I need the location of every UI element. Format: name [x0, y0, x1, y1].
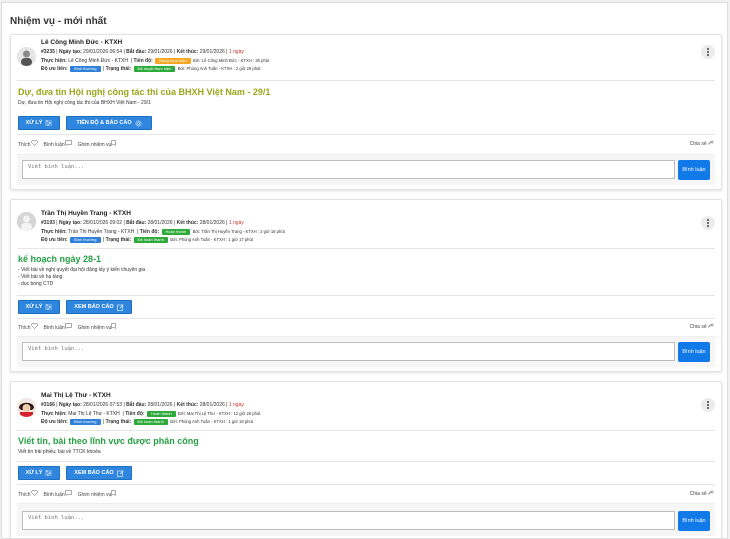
- heart-icon: [30, 140, 38, 146]
- comment-input[interactable]: Viết bình luận...: [22, 160, 675, 179]
- task-description: Viết tin trải phiếu; bài về TTCK khoẻa: [18, 449, 101, 455]
- avatar: [17, 212, 36, 231]
- comment-submit-button[interactable]: Bình luận: [678, 160, 710, 180]
- edit-icon: [116, 469, 124, 477]
- comment-toggle[interactable]: Bình luận: [44, 140, 72, 148]
- author-name: Mai Thị Lệ Thư - KTXH: [41, 392, 111, 399]
- comment-icon: [64, 490, 72, 496]
- like-button[interactable]: Thích: [18, 140, 38, 148]
- handle-button[interactable]: XỬ LÝ: [18, 116, 60, 130]
- panel-title: Nhiệm vụ - mới nhất: [10, 16, 107, 27]
- pin-task-button[interactable]: Ghim nhiệm vụ: [78, 490, 117, 498]
- task-dates: #3193 | Ngày tạo: 28/01/2026 09:02 | Bắt…: [41, 220, 244, 226]
- like-button[interactable]: Thích: [18, 490, 38, 498]
- gear-icon: [135, 120, 142, 126]
- progress-report-button[interactable]: TIẾN ĐỘ & BÁO CÁO: [66, 116, 152, 130]
- like-button[interactable]: Thích: [18, 323, 38, 331]
- pin-task-button[interactable]: Ghim nhiệm vụ: [78, 140, 117, 148]
- more-options-icon[interactable]: [701, 216, 715, 230]
- avatar: [17, 398, 36, 417]
- priority-badge: Bình thường: [70, 65, 101, 72]
- task-title[interactable]: Dự, đưa tin Hội nghị công tác thi của BH…: [18, 87, 270, 97]
- bookmark-icon: [111, 140, 117, 146]
- comment-toggle[interactable]: Bình luận: [44, 490, 72, 498]
- share-icon: [708, 322, 714, 328]
- task-title[interactable]: Viết tin, bài theo lĩnh vực được phân cô…: [18, 436, 199, 446]
- status-badge: Đã hoàn thành: [133, 418, 168, 425]
- heart-icon: [30, 490, 38, 496]
- share-icon: [708, 139, 714, 145]
- progress-badge: Đang thực hiện: [155, 57, 191, 64]
- comment-box: Viết bình luận... Bình luận: [17, 336, 715, 367]
- comment-input[interactable]: Viết bình luận...: [22, 511, 675, 530]
- task-assignee-row: Thực hiện: Mai Thị Lệ Thư - KTXH | Tiến …: [41, 410, 261, 417]
- status-badge: Đã hoàn thành: [133, 236, 168, 243]
- comment-submit-button[interactable]: Bình luận: [678, 511, 710, 531]
- pin-task-button[interactable]: Ghim nhiệm vụ: [78, 323, 117, 331]
- comment-box: Viết bình luận... Bình luận: [17, 154, 715, 185]
- task-status-row: Độ ưu tiên: Bình thường | Trạng thái: Đã…: [41, 236, 253, 243]
- task-status-row: Độ ưu tiên: Bình thường | Trạng thái: Đã…: [41, 65, 261, 72]
- task-card: Trần Thị Huyền Trang - KTXH #3193 | Ngày…: [10, 199, 722, 372]
- task-dates: #3166 | Ngày tạo: 28/01/2026 07:53 | Bắt…: [41, 402, 244, 408]
- task-dates: #3235 | Ngày tạo: 29/01/2026 06:54 | Bắt…: [41, 49, 244, 55]
- view-report-button[interactable]: XEM BÁO CÁO: [66, 466, 132, 480]
- heart-icon: [30, 323, 38, 329]
- avatar: [17, 47, 36, 66]
- share-button[interactable]: Chia sẻ: [690, 139, 714, 147]
- comment-icon: [64, 140, 72, 146]
- task-card: Lê Công Minh Đức - KTXH #3235 | Ngày tạo…: [10, 34, 722, 190]
- task-title[interactable]: kế hoạch ngày 28-1: [18, 254, 101, 264]
- share-icon: [708, 489, 714, 495]
- post-actions: Thích Bình luận Ghim nhiệm vụ: [18, 490, 117, 498]
- edit-icon: [116, 303, 124, 311]
- handle-button[interactable]: XỬ LÝ: [18, 466, 60, 480]
- comment-icon: [64, 323, 72, 329]
- task-card: Mai Thị Lệ Thư - KTXH #3166 | Ngày tạo: …: [10, 381, 722, 538]
- task-description: Dự, đưa tin Hội nghị công tác thi của BH…: [18, 100, 151, 106]
- sliders-icon: [45, 470, 53, 476]
- share-button[interactable]: Chia sẻ: [690, 322, 714, 330]
- bookmark-icon: [111, 490, 117, 496]
- priority-badge: Bình thường: [70, 418, 101, 425]
- comment-input[interactable]: Viết bình luận...: [22, 342, 675, 361]
- author-name: Lê Công Minh Đức - KTXH: [41, 39, 123, 46]
- sliders-icon: [45, 120, 53, 126]
- share-button[interactable]: Chia sẻ: [690, 489, 714, 497]
- post-actions: Thích Bình luận Ghim nhiệm vụ: [18, 140, 117, 148]
- comment-box: Viết bình luận... Bình luận: [17, 503, 715, 536]
- more-options-icon[interactable]: [701, 45, 715, 59]
- handle-button[interactable]: XỬ LÝ: [18, 300, 60, 314]
- comment-toggle[interactable]: Bình luận: [44, 323, 72, 331]
- author-name: Trần Thị Huyền Trang - KTXH: [41, 210, 131, 217]
- priority-badge: Bình thường: [70, 236, 101, 243]
- sliders-icon: [45, 304, 53, 310]
- status-badge: Đã duyệt thực hiện: [133, 65, 176, 72]
- progress-badge: Hoàn thành: [146, 410, 176, 417]
- tasks-panel: Nhiệm vụ - mới nhất Lê Công Minh Đức - K…: [1, 2, 728, 539]
- progress-badge: Hoàn thành: [161, 228, 191, 235]
- task-description: - Viết bài về nghị quyết đại hội đảng lấ…: [18, 267, 146, 287]
- post-actions: Thích Bình luận Ghim nhiệm vụ: [18, 323, 117, 331]
- more-options-icon[interactable]: [701, 398, 715, 412]
- task-assignee-row: Thực hiện: Lê Công Minh Đức - KTXH | Tiế…: [41, 57, 270, 64]
- view-report-button[interactable]: XEM BÁO CÁO: [66, 300, 132, 314]
- bookmark-icon: [111, 323, 117, 329]
- task-assignee-row: Thực hiện: Trần Thị Huyền Trang - KTXH |…: [41, 228, 285, 235]
- comment-submit-button[interactable]: Bình luận: [678, 342, 710, 362]
- task-status-row: Độ ưu tiên: Bình thường | Trạng thái: Đã…: [41, 418, 253, 425]
